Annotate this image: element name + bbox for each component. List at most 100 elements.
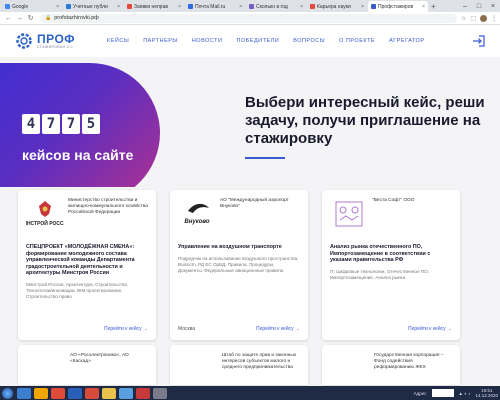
card-tags: Подрядчик на использование воздушного пр… [178, 255, 299, 273]
card-organization: Штаб по защите прав и законных интересов… [222, 353, 297, 370]
vnukovo-logo-icon: Внуково [178, 198, 216, 232]
address-bar: ← → ↻ 🔒 profstazhirovki.рф ☆ ⬚ ⋮ [0, 12, 500, 25]
case-card[interactable]: Государственная корпорация – Фонд содейс… [322, 345, 460, 385]
tab-title: Google [12, 3, 29, 10]
lock-icon: 🔒 [45, 15, 52, 21]
card-link[interactable]: Перейти к кейсу → [104, 326, 148, 332]
close-window-icon[interactable]: × [486, 1, 500, 12]
tab-favicon-icon [127, 4, 132, 9]
tab-title: Заявки неправ [134, 3, 169, 10]
card-title: Управление на воздушном транспорте [178, 244, 282, 250]
browser-toolbar-icons: ☆ ⬚ ⋮ [461, 14, 497, 22]
tab-favicon-icon [310, 4, 315, 9]
nav-winners[interactable]: ПОБЕДИТЕЛИ [236, 38, 279, 44]
yandex-icon[interactable] [85, 387, 99, 399]
app-icon[interactable] [136, 387, 150, 399]
tray-icons[interactable]: ▲ ◐ ♪ [459, 391, 471, 396]
tab-title: Карьера науки [317, 3, 351, 10]
new-tab-icon[interactable]: + [431, 1, 436, 12]
close-icon[interactable]: × [422, 4, 425, 10]
minimize-icon[interactable]: – [458, 1, 472, 12]
hero-divider [245, 157, 285, 159]
nav-news[interactable]: НОВОСТИ [192, 38, 223, 44]
case-card[interactable]: Внуково АО "Международный аэропорт Внуко… [170, 190, 308, 340]
start-button-icon[interactable] [2, 387, 13, 399]
word-icon[interactable] [68, 387, 82, 399]
extensions-icon[interactable]: ⬚ [470, 15, 476, 22]
maximize-icon[interactable]: □ [472, 1, 486, 12]
counter-digit: 4 [22, 114, 40, 134]
counter-label: кейсов на сайте [22, 147, 134, 163]
folder-icon[interactable] [34, 387, 48, 399]
nav-cases[interactable]: КЕЙСЫ [107, 38, 129, 44]
site-logo[interactable]: ПРОФ СТАЖИРОВКИ 2.0 [14, 31, 75, 51]
tab-favicon-icon [249, 4, 254, 9]
tab-title: Почта Mail.ru [195, 3, 226, 10]
url-input[interactable]: 🔒 profstazhirovki.рф [40, 13, 457, 23]
counter-digit: 7 [62, 114, 80, 134]
clock-date: 14.12.2020 [475, 393, 498, 398]
star-icon[interactable]: ☆ [461, 15, 466, 22]
browser-tab[interactable]: Заявки неправ × [124, 1, 184, 12]
close-icon[interactable]: × [56, 4, 59, 10]
main-nav: КЕЙСЫ ПАРТНЕРЫ НОВОСТИ ПОБЕДИТЕЛИ ВОПРОС… [107, 38, 424, 44]
nav-partners[interactable]: ПАРТНЕРЫ [143, 38, 178, 44]
app-icon[interactable] [153, 387, 167, 399]
app-icon[interactable] [102, 387, 116, 399]
nav-aggregator[interactable]: АГРЕГАТОР [389, 38, 424, 44]
close-icon[interactable]: × [178, 4, 181, 10]
nav-about[interactable]: О ПРОЕКТЕ [339, 38, 375, 44]
forward-icon[interactable]: → [14, 15, 25, 22]
card-logo-text: Внуково [184, 219, 209, 225]
app-icon[interactable] [119, 387, 133, 399]
browser-tab[interactable]: Карьера науки × [307, 1, 367, 12]
tab-title: Профстажиров [378, 3, 414, 10]
browser-tab[interactable]: Сколько в год × [246, 1, 306, 12]
case-card[interactable]: "Веста Софт" ООО Анализ рынка отечествен… [322, 190, 460, 340]
browser-tab-active[interactable]: Профстажиров × [368, 1, 428, 12]
card-link[interactable]: Перейти к кейсу → [408, 326, 452, 332]
chrome-icon[interactable] [51, 387, 65, 399]
logo-title: ПРОФ [37, 32, 76, 46]
card-organization: АО «Росэлектроника», АО «Каскад» [70, 353, 129, 364]
card-organization: АО "Международный аэропорт Внуково" [220, 198, 289, 209]
counter-digit: 5 [82, 114, 100, 134]
card-link[interactable]: Перейти к кейсу → [256, 326, 300, 332]
back-icon[interactable]: ← [3, 15, 14, 22]
close-icon[interactable]: × [300, 4, 303, 10]
browser-tab[interactable]: Почта Mail.ru × [185, 1, 245, 12]
browser-tab-strip: Google × Учетные публи × Заявки неправ × По… [0, 0, 500, 12]
card-logo-text: МИНСТРОЙ РОССИИ [26, 219, 64, 227]
tab-favicon-icon [66, 4, 71, 9]
card-title: Анализ рынка отечественного ПО, Импортоз… [330, 244, 431, 263]
close-icon[interactable]: × [117, 4, 120, 10]
nav-questions[interactable]: ВОПРОСЫ [293, 38, 325, 44]
avatar[interactable] [480, 14, 487, 22]
case-card[interactable]: МИНСТРОЙ РОССИИ Министерство строительст… [18, 190, 156, 340]
reload-icon[interactable]: ↻ [25, 14, 36, 22]
clock[interactable]: 19:51 14.12.2020 [475, 388, 498, 398]
menu-icon[interactable]: ⋮ [491, 15, 497, 22]
tab-title: Учетные публи [73, 3, 108, 10]
tab-title: Сколько в год [256, 3, 288, 10]
card-organization: Министерство строительства и жилищно-ком… [68, 198, 148, 215]
os-taskbar: Адрес ▲ ◐ ♪ 19:51 14.12.2020 [0, 386, 500, 400]
vesta-soft-logo-icon [330, 198, 368, 232]
close-icon[interactable]: × [239, 4, 242, 10]
case-card[interactable]: Штаб по защите прав и законных интересов… [170, 345, 308, 385]
counter-digit: 7 [42, 114, 60, 134]
taskbar-address-input[interactable] [431, 389, 454, 397]
card-organization: Государственная корпорация – Фонд содейс… [374, 353, 444, 370]
gear-logo-icon [16, 33, 32, 49]
card-title: СПЕЦПРОЕКТ «МОЛОДЁЖНАЯ СМЕНА»: формирова… [26, 244, 135, 276]
browser-tab[interactable]: Учетные публи × [63, 1, 123, 12]
window-controls: – □ × [458, 1, 500, 12]
login-icon[interactable] [472, 35, 486, 47]
case-card[interactable]: АО «Росэлектроника», АО «Каскад» [18, 345, 156, 385]
tray-address-label: Адрес [413, 390, 427, 396]
close-icon[interactable]: × [361, 4, 364, 10]
explorer-icon[interactable] [17, 387, 31, 399]
hero-title: Выбери интересный кейс, реши задачу, пол… [245, 94, 485, 147]
browser-tab[interactable]: Google × [2, 1, 62, 12]
hero-section: 4 7 7 5 кейсов на сайте Выбери интересны… [0, 57, 500, 187]
